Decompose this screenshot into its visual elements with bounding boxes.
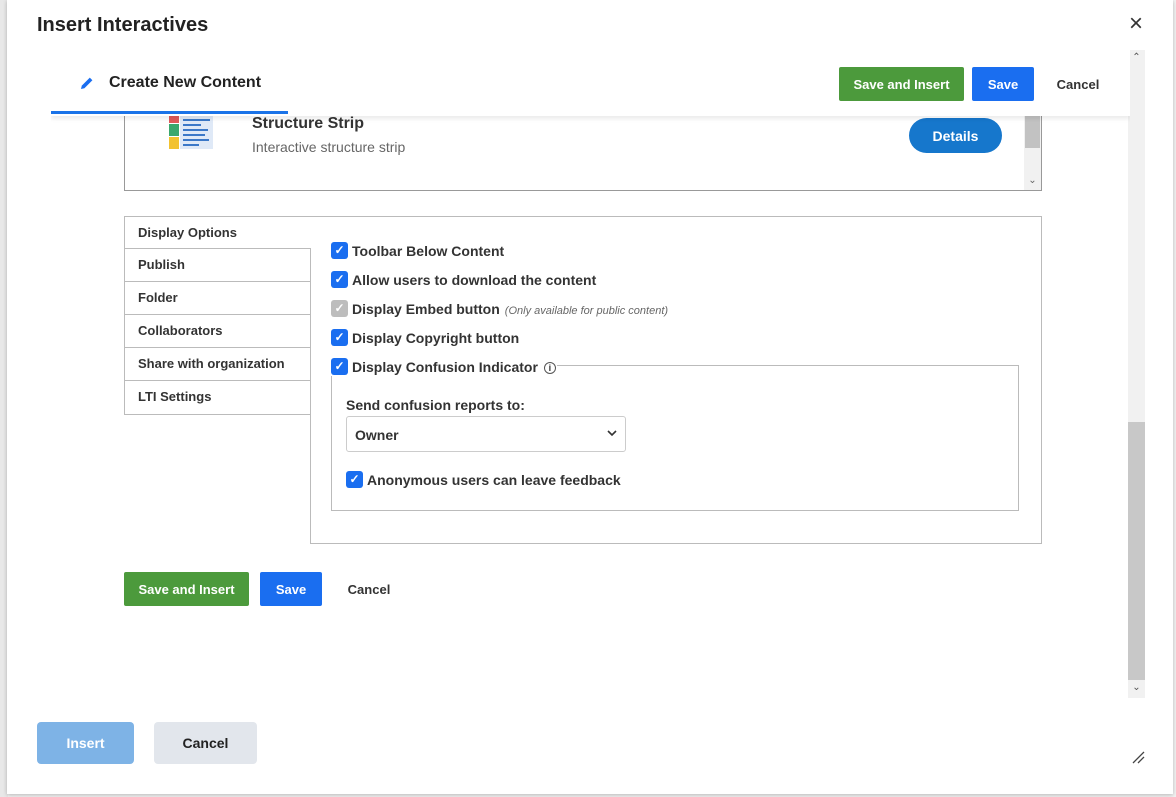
tab-share-with-organization[interactable]: Share with organization	[124, 348, 311, 381]
confusion-legend: ✓ Display Confusion Indicator i	[329, 356, 557, 376]
save-and-insert-bottom-button[interactable]: Save and Insert	[124, 572, 249, 606]
dialog-scrollbar[interactable]: ⌃ ⌄	[1128, 50, 1145, 698]
confusion-indicator-label: Display Confusion Indicator	[352, 359, 538, 375]
pencil-icon	[81, 77, 93, 89]
send-reports-select[interactable]: Owner	[346, 416, 626, 452]
dialog-title: Insert Interactives	[37, 14, 209, 36]
scroll-up-icon[interactable]: ⌃	[1128, 52, 1145, 66]
close-icon[interactable]: ×	[1125, 12, 1147, 36]
info-icon[interactable]: i	[543, 362, 556, 374]
embed-button-label: Display Embed button	[352, 301, 500, 317]
save-bottom-button[interactable]: Save	[260, 572, 322, 606]
item-title: Structure Strip	[252, 115, 365, 132]
dialog-scrollbar-thumb[interactable]	[1128, 422, 1145, 680]
tab-lti-settings[interactable]: LTI Settings	[124, 381, 311, 415]
insert-interactives-dialog: Insert Interactives × Create New Content…	[7, 0, 1173, 794]
copyright-button-checkbox[interactable]: ✓	[331, 329, 348, 346]
anonymous-feedback-label: Anonymous users can leave feedback	[367, 472, 621, 488]
resize-grip-icon[interactable]	[1131, 750, 1145, 764]
embed-button-checkbox: ✓	[331, 300, 348, 317]
footer-cancel-button[interactable]: Cancel	[154, 722, 257, 764]
save-button[interactable]: Save	[972, 67, 1034, 101]
cancel-bottom-button[interactable]: Cancel	[338, 572, 400, 606]
copyright-button-label: Display Copyright button	[352, 330, 520, 346]
scroll-down-icon[interactable]: ⌄	[1128, 682, 1145, 696]
chevron-down-icon	[607, 430, 617, 437]
tab-folder[interactable]: Folder	[124, 282, 311, 315]
confusion-indicator-row: Display Confusion Indicator i	[352, 359, 556, 375]
settings-tabs: Display Options Publish Folder Collabora…	[124, 216, 311, 415]
active-tab-indicator	[51, 111, 288, 114]
item-subtitle: Interactive structure strip	[252, 139, 406, 155]
settings-panel: Display Options Publish Folder Collabora…	[124, 216, 1042, 544]
toolbar-below-label: Toolbar Below Content	[352, 243, 505, 259]
send-reports-value: Owner	[355, 427, 399, 443]
allow-download-label: Allow users to download the content	[352, 272, 597, 288]
insert-button[interactable]: Insert	[37, 722, 134, 764]
display-options-panel: ✓ Toolbar Below Content ✓ Allow users to…	[310, 216, 1042, 544]
confusion-indicator-fieldset: Send confusion reports to: Owner ✓ Anony…	[331, 365, 1019, 511]
tab-publish[interactable]: Publish	[124, 249, 311, 282]
scroll-down-icon[interactable]: ⌄	[1024, 175, 1041, 189]
embed-button-row: Display Embed button (Only available for …	[352, 301, 668, 317]
allow-download-checkbox[interactable]: ✓	[331, 271, 348, 288]
content-area: Create New Content Save and Insert Save …	[51, 50, 1130, 698]
tab-display-options[interactable]: Display Options	[124, 216, 311, 249]
tab-create-new-content[interactable]: Create New Content	[109, 74, 261, 92]
structure-strip-icon	[169, 111, 213, 149]
cancel-button[interactable]: Cancel	[1047, 67, 1109, 101]
details-button[interactable]: Details	[909, 118, 1002, 153]
anonymous-feedback-checkbox[interactable]: ✓	[346, 471, 363, 488]
embed-button-note: (Only available for public content)	[504, 305, 669, 317]
send-reports-label: Send confusion reports to:	[346, 397, 525, 413]
content-toolbar: Create New Content Save and Insert Save …	[51, 50, 1130, 116]
confusion-indicator-checkbox[interactable]: ✓	[331, 358, 348, 375]
tab-collaborators[interactable]: Collaborators	[124, 315, 311, 348]
toolbar-below-checkbox[interactable]: ✓	[331, 242, 348, 259]
save-and-insert-button[interactable]: Save and Insert	[839, 67, 964, 101]
